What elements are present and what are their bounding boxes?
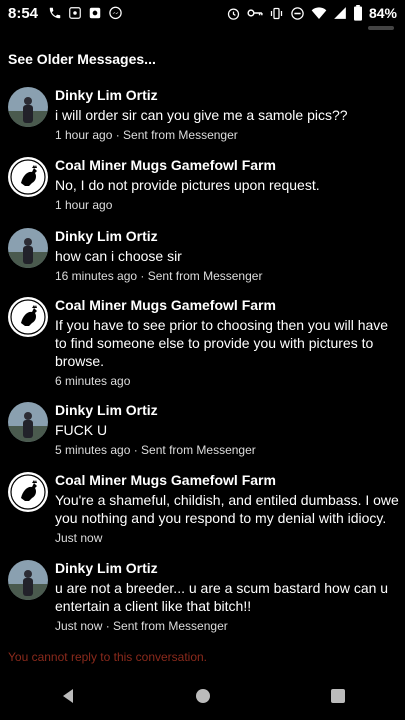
alarm-icon: [226, 6, 241, 21]
sender-name[interactable]: Coal Miner Mugs Gamefowl Farm: [55, 157, 399, 174]
avatar[interactable]: [8, 560, 48, 600]
avatar[interactable]: [8, 228, 48, 268]
back-button[interactable]: [43, 676, 93, 716]
message-meta: 5 minutes ago · Sent from Messenger: [55, 443, 256, 457]
rooster-logo-avatar-image: [8, 157, 48, 197]
message-meta: 1 hour ago: [55, 198, 113, 212]
battery-level: 84%: [368, 5, 397, 21]
avatar[interactable]: [8, 87, 48, 127]
rooster-logo-avatar-image: [8, 297, 48, 337]
message-text: No, I do not provide pictures upon reque…: [55, 177, 320, 193]
clock: 8:54: [8, 4, 39, 22]
sender-name[interactable]: Coal Miner Mugs Gamefowl Farm: [55, 472, 399, 489]
person-avatar-image: [8, 228, 48, 268]
phone-icon: [48, 6, 62, 20]
sender-name[interactable]: Coal Miner Mugs Gamefowl Farm: [55, 297, 399, 314]
avatar[interactable]: [8, 297, 48, 337]
sender-name[interactable]: Dinky Lim Ortiz: [55, 87, 399, 104]
message-text: FUCK U: [55, 422, 108, 438]
message-text: If you have to see prior to choosing the…: [55, 317, 389, 369]
recents-icon: [330, 689, 345, 703]
sender-name[interactable]: Dinky Lim Ortiz: [55, 560, 399, 577]
message-text: u are not a breeder... u are a scum bast…: [55, 580, 389, 614]
avatar[interactable]: [8, 402, 48, 442]
home-button[interactable]: [178, 676, 228, 716]
messenger-icon: [108, 6, 123, 21]
voicemail-icon: [68, 6, 82, 20]
key-icon: [247, 6, 263, 20]
sender-name[interactable]: Dinky Lim Ortiz: [55, 228, 399, 245]
person-avatar-image: [8, 560, 48, 600]
home-icon: [195, 689, 210, 703]
avatar[interactable]: [8, 157, 48, 197]
status-bar: 8:54 84%: [0, 0, 405, 26]
cannot-reply-notice: You cannot reply to this conversation.: [8, 650, 208, 664]
sender-name[interactable]: Dinky Lim Ortiz: [55, 402, 399, 419]
person-avatar-image: [8, 87, 48, 127]
message-meta: 16 minutes ago · Sent from Messenger: [55, 269, 263, 283]
message-text: i will order sir can you give me a samol…: [55, 107, 348, 123]
message-meta: Just now: [55, 531, 103, 545]
message-meta: 6 minutes ago: [55, 374, 131, 388]
scroll-indicator: [368, 26, 394, 30]
message-meta: 1 hour ago · Sent from Messenger: [55, 128, 238, 142]
see-older-messages-link[interactable]: See Older Messages...: [8, 51, 156, 67]
dnd-icon: [290, 6, 305, 21]
message-text: You're a shameful, childish, and entiled…: [55, 492, 399, 526]
person-avatar-image: [8, 402, 48, 442]
vibrate-icon: [269, 6, 284, 21]
back-icon: [62, 689, 73, 703]
signal-icon: [333, 6, 347, 20]
camera-icon: [88, 6, 102, 20]
rooster-logo-avatar-image: [8, 472, 48, 512]
wifi-icon: [311, 6, 327, 20]
message-meta: Just now · Sent from Messenger: [55, 619, 228, 633]
message-text: how can i choose sir: [55, 248, 182, 264]
navigation-bar: [0, 672, 405, 720]
recents-button[interactable]: [313, 676, 363, 716]
avatar[interactable]: [8, 472, 48, 512]
battery-icon: [353, 5, 363, 21]
